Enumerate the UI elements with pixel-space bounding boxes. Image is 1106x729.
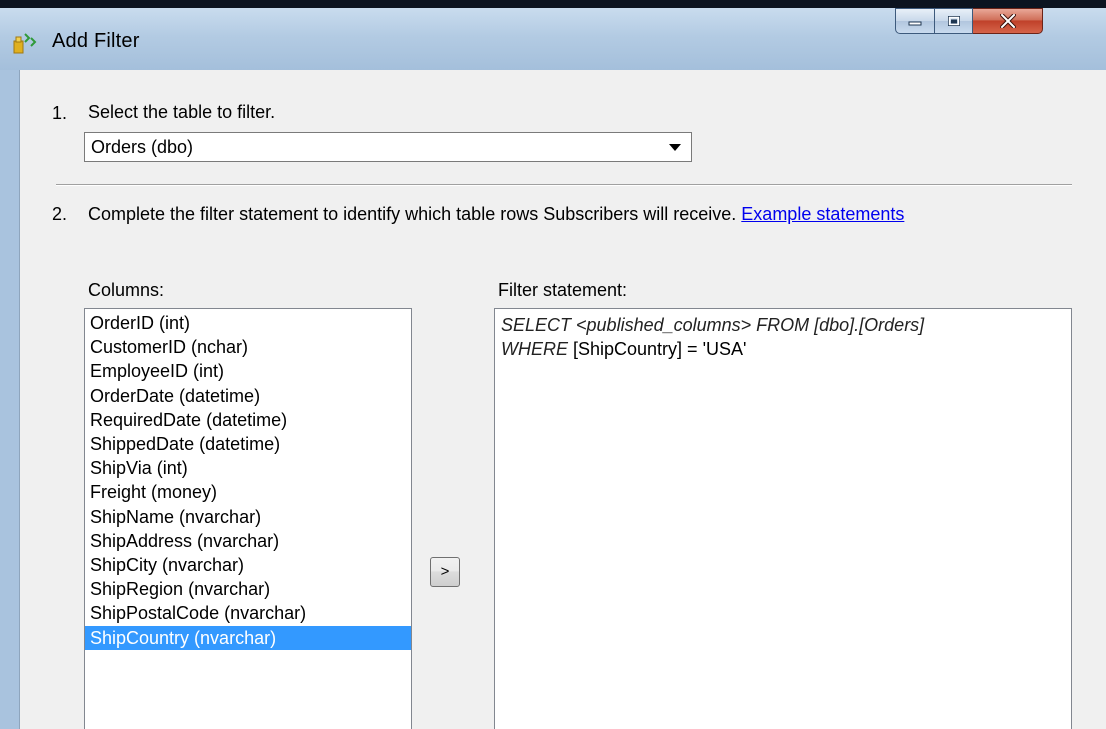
maximize-button[interactable] — [935, 8, 973, 34]
minimize-icon — [908, 21, 922, 26]
example-statements-link[interactable]: Example statements — [741, 204, 904, 224]
dialog-content: 1. Select the table to filter. Orders (d… — [19, 70, 1106, 729]
step-1-instruction: Select the table to filter. — [88, 102, 276, 122]
table-select[interactable]: Orders (dbo) — [84, 132, 692, 162]
columns-label: Columns: — [88, 280, 165, 300]
step-1-number: 1. — [52, 103, 68, 123]
column-list-item[interactable]: EmployeeID (int) — [85, 359, 411, 383]
column-list-item[interactable]: ShipRegion (nvarchar) — [85, 577, 411, 601]
columns-listbox[interactable]: OrderID (int) CustomerID (nchar) EmployeeI… — [84, 308, 412, 729]
add-column-button[interactable]: > — [430, 557, 460, 587]
close-button[interactable] — [973, 8, 1043, 34]
step-2-instruction: Complete the filter statement to identif… — [88, 202, 1068, 226]
column-list-item[interactable]: ShipPostalCode (nvarchar) — [85, 601, 411, 625]
table-select-value: Orders (dbo) — [91, 137, 194, 157]
column-list-item[interactable]: OrderDate (datetime) — [85, 384, 411, 408]
column-list-item[interactable]: ShipCountry (nvarchar) — [85, 625, 411, 650]
column-list-item[interactable]: ShippedDate (datetime) — [85, 432, 411, 456]
window-title: Add Filter — [52, 30, 140, 52]
column-list-item[interactable]: ShipName (nvarchar) — [85, 505, 411, 529]
section-divider — [56, 184, 1072, 186]
step-2-number: 2. — [52, 204, 68, 224]
chevron-down-icon[interactable] — [669, 144, 681, 151]
where-condition: [ShipCountry] = 'USA' — [568, 339, 747, 359]
step-2-text: Complete the filter statement to identif… — [88, 204, 737, 224]
column-list-item[interactable]: ShipVia (int) — [85, 456, 411, 480]
column-list-item[interactable]: Freight (money) — [85, 480, 411, 504]
minimize-button[interactable] — [895, 8, 935, 34]
maximize-icon — [947, 16, 960, 26]
filter-where-line: WHERE [ShipCountry] = 'USA' — [501, 337, 1065, 361]
column-list-item[interactable]: CustomerID (nchar) — [85, 335, 411, 359]
close-icon — [999, 14, 1016, 28]
filter-statement-textarea[interactable]: SELECT <published_columns> FROM [dbo].[O… — [494, 308, 1072, 729]
where-keyword: WHERE — [501, 339, 568, 359]
caption-buttons — [895, 8, 1043, 34]
column-list-item[interactable]: ShipCity (nvarchar) — [85, 553, 411, 577]
add-filter-window: Add Filter 1. Select the table to filter… — [0, 0, 1106, 729]
add-filter-icon — [13, 33, 37, 54]
filter-statement-label: Filter statement: — [498, 280, 628, 300]
column-list-item[interactable]: ShipAddress (nvarchar) — [85, 529, 411, 553]
column-list-item[interactable]: OrderID (int) — [85, 311, 411, 335]
column-list-item[interactable]: RequiredDate (datetime) — [85, 408, 411, 432]
filter-select-line: SELECT <published_columns> FROM [dbo].[O… — [501, 315, 925, 335]
